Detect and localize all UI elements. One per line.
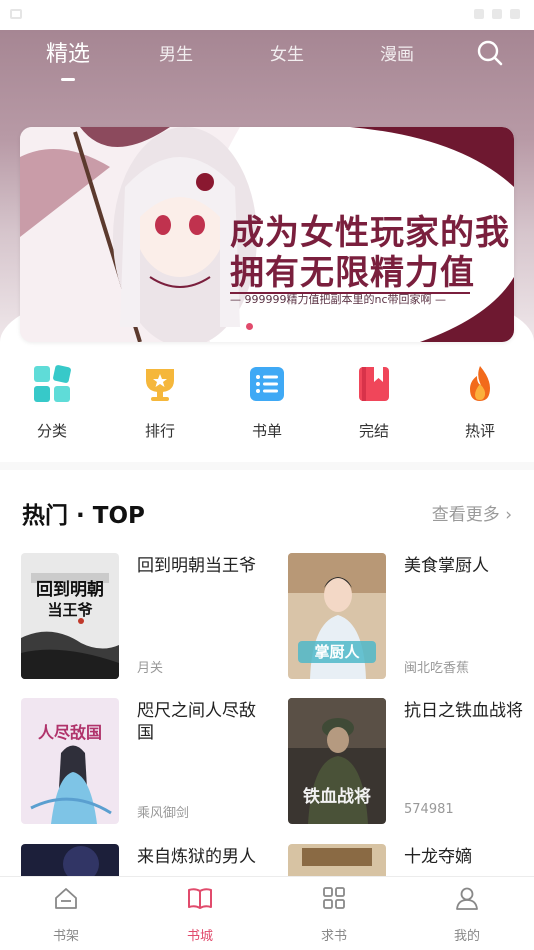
category-classify[interactable]: 分类 (12, 360, 92, 441)
svg-text:掌厨人: 掌厨人 (314, 643, 360, 661)
book-author: 574981 (404, 802, 454, 817)
chevron-right-icon: › (505, 505, 512, 525)
flame-icon (470, 366, 490, 401)
category-label: 书单 (251, 422, 282, 440)
book-title: 回到明朝当王爷 (137, 556, 256, 576)
book-card[interactable]: 铁血战将 抗日之铁血战将 574981 (288, 698, 534, 824)
bookmark-book-icon (359, 367, 389, 401)
promo-banner[interactable]: 成为女性玩家的我 拥有无限精力值 — 999999精力值把副本里的nc带回家啊 … (20, 127, 514, 342)
book-card[interactable]: 回到明朝 当王爷 回到明朝当王爷 月关 (21, 553, 271, 679)
book-cover: 回到明朝 当王爷 (21, 553, 119, 679)
user-icon (456, 887, 478, 910)
book-title: 十龙夺嫡 (404, 847, 472, 867)
apps-icon (323, 887, 345, 909)
svg-text:当王爷: 当王爷 (47, 601, 93, 619)
status-bar (0, 0, 534, 30)
book-card[interactable]: 掌厨人 美食掌厨人 闽北吃香蕉 (288, 553, 534, 679)
status-icons (474, 9, 520, 19)
book-cover: 铁血战将 (288, 698, 386, 824)
category-ranking[interactable]: 排行 (120, 360, 200, 441)
category-booklist[interactable]: 书单 (227, 360, 307, 441)
book-title: 抗日之铁血战将 (404, 701, 523, 721)
book-title: 美食掌厨人 (404, 556, 489, 576)
top-nav: 精选 男生 女生 漫画 (0, 30, 534, 90)
bookshelf-icon (55, 888, 77, 909)
tab-label: 求书 (320, 929, 347, 944)
tab-label: 我的 (453, 929, 480, 944)
bottom-tab-bar: 书架 书城 求书 我的 (0, 876, 534, 950)
carousel-dot-active (246, 323, 253, 330)
tab-male[interactable]: 男生 (141, 40, 211, 65)
svg-text:回到明朝: 回到明朝 (36, 579, 104, 600)
carousel-indicator (246, 323, 268, 330)
search-icon[interactable] (476, 39, 504, 67)
book-author: 月关 (137, 661, 164, 676)
wifi-icon (492, 9, 502, 19)
battery-icon (510, 9, 520, 19)
tab-profile[interactable]: 我的 (427, 885, 507, 944)
section-title: 热门 · TOP (22, 503, 145, 529)
open-book-icon (188, 888, 212, 909)
book-cover: 掌厨人 (288, 553, 386, 679)
banner-title-line2: 拥有无限精力值 (230, 253, 475, 293)
tab-request-book[interactable]: 求书 (294, 885, 374, 944)
category-label: 热评 (464, 422, 495, 440)
category-shortcuts: 分类 排行 书单 完结 热评 (0, 360, 534, 450)
category-label: 分类 (36, 422, 67, 440)
banner-subtitle: — 999999精力值把副本里的nc带回家啊 — (230, 293, 447, 306)
tab-female[interactable]: 女生 (252, 40, 322, 65)
grid-icon (34, 365, 71, 402)
book-title: 来自炼狱的男人 (137, 847, 256, 867)
list-icon (250, 367, 284, 401)
book-cover: 人尽敌国 (21, 698, 119, 824)
book-author: 乘风御剑 (137, 806, 190, 821)
signal-icon (474, 9, 484, 19)
section-divider (0, 462, 534, 470)
see-more-label: 查看更多 (431, 505, 500, 525)
category-hot-reviews[interactable]: 热评 (440, 360, 520, 441)
see-more-link[interactable]: 查看更多 › (432, 500, 512, 525)
category-label: 完结 (358, 422, 389, 440)
book-title: 咫尺之间人尽敌国 (137, 701, 256, 743)
category-label: 排行 (144, 422, 175, 440)
tab-label: 书城 (186, 929, 213, 944)
book-card[interactable]: 人尽敌国 咫尺之间人尽敌国 乘风御剑 (21, 698, 271, 824)
active-tab-indicator (61, 78, 75, 81)
trophy-icon (146, 369, 174, 401)
book-author: 闽北吃香蕉 (404, 661, 470, 676)
tab-comics[interactable]: 漫画 (362, 40, 432, 65)
tab-bookshelf[interactable]: 书架 (26, 885, 106, 944)
svg-text:铁血战将: 铁血战将 (303, 786, 371, 807)
tab-featured[interactable]: 精选 (33, 36, 103, 68)
category-finished[interactable]: 完结 (334, 360, 414, 441)
svg-text:人尽敌国: 人尽敌国 (38, 723, 102, 742)
tab-bookstore[interactable]: 书城 (160, 885, 240, 944)
tab-label: 书架 (52, 929, 79, 944)
notification-icon (10, 9, 22, 19)
carousel-dot (261, 323, 268, 330)
